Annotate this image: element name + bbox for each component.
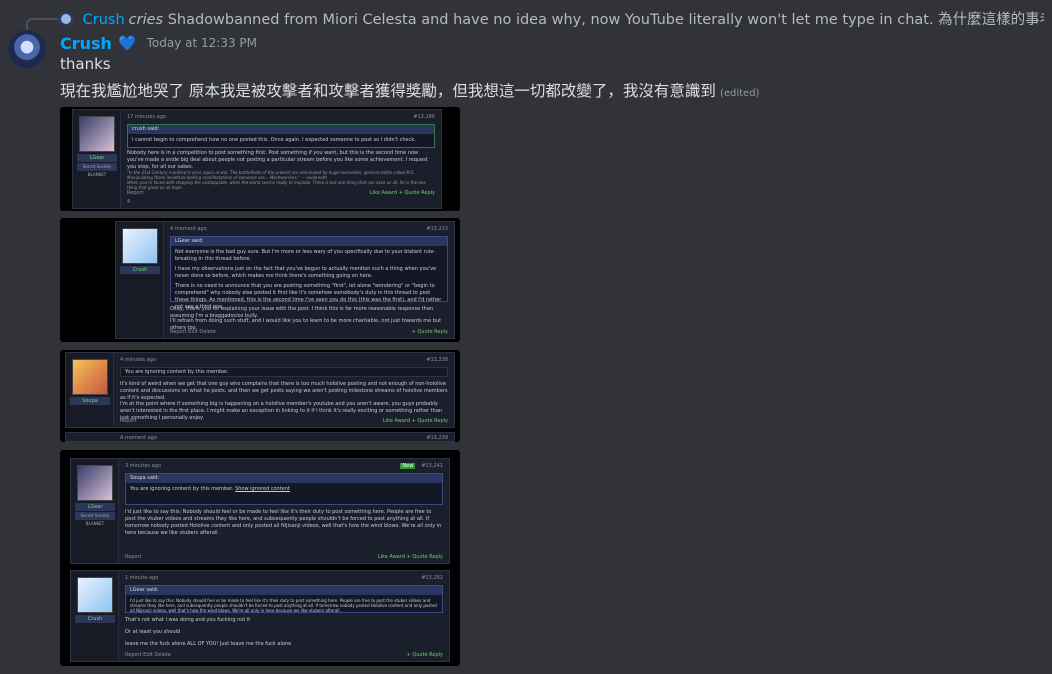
post-avatar: [72, 359, 108, 395]
post-username: LGear: [75, 503, 115, 511]
attachment-image-2[interactable]: Crush 4 moment ago #13,233 LGear said: N…: [60, 218, 460, 342]
report-link[interactable]: Report: [120, 418, 137, 424]
forum-post: LGear Secret Society BLANKET 17 minutes …: [72, 109, 442, 209]
forum-post: Soupa 4 minutes ago #13,238 You are igno…: [65, 352, 455, 428]
post-number-value: #13,241: [421, 463, 443, 469]
next-post-number: #13,239: [426, 435, 448, 441]
post-avatar: [77, 465, 113, 501]
post-body: I'd just like to say this: Nobody should…: [125, 509, 442, 536]
post-footer: Report Edit Delete + Quote Reply: [125, 652, 443, 658]
post-usertitle: Secret Society BLANKET: [77, 163, 117, 177]
ignored-notice: You are ignoring content by this member.: [120, 367, 448, 377]
attachment-image-3[interactable]: Soupa 4 minutes ago #13,238 You are igno…: [60, 350, 460, 442]
attachment-image-1[interactable]: LGear Secret Society BLANKET 17 minutes …: [60, 107, 460, 211]
post-number: #13,262: [421, 575, 443, 581]
post-number: #13,238: [426, 357, 448, 363]
like-count: 4: [127, 199, 435, 205]
post-owner-actions[interactable]: Report Edit Delete: [170, 329, 216, 335]
quote-header: Soupa said:: [126, 474, 442, 483]
post-actions[interactable]: Like Award + Quote Reply: [383, 418, 448, 424]
post-body: That's not what I was doing and you fuck…: [125, 617, 251, 623]
post-sidebar: LGear Secret Society BLANKET: [73, 110, 121, 208]
post-quote: crush said: I cannot begin to comprehend…: [127, 124, 435, 148]
heart-icon: 💙: [117, 34, 137, 52]
post-quote: Soupa said: You are ignoring content by …: [125, 473, 443, 505]
quote-body: I cannot begin to comprehend how no one …: [132, 137, 416, 143]
message-line-2: 現在我尷尬地哭了 原本我是被攻擊者和攻擊者獲得獎勵，但我想這一切都改變了，我沒有…: [60, 79, 759, 101]
post-time: 4 moment ago: [170, 226, 207, 232]
post-sidebar: Soupa: [66, 353, 114, 427]
message-header: Crush 💙 Today at 12:33 PM: [60, 32, 257, 54]
quote-header: LGear said:: [126, 586, 442, 595]
post-footer: Report Like Award + Quote Reply: [120, 418, 448, 424]
post-footer: Report Edit Delete + Quote Reply: [170, 329, 448, 335]
post-signature: "In the 21st Century mankind is once aga…: [127, 170, 415, 180]
next-post-time: A moment ago: [120, 435, 157, 441]
timestamp[interactable]: Today at 12:33 PM: [147, 36, 257, 50]
post-number: New #13,241: [400, 463, 443, 469]
report-link[interactable]: Report: [125, 554, 142, 560]
reply-preview[interactable]: Crush cries Shadowbanned from Miori Celes…: [58, 8, 1044, 28]
reply-avatar-icon: [58, 11, 74, 27]
message-line: thanks: [60, 55, 111, 73]
message-line-text: 現在我尷尬地哭了 原本我是被攻擊者和攻擊者獲得獎勵，但我想這一切都改變了，我沒有…: [60, 82, 716, 100]
post-actions[interactable]: Like Award + Quote Reply: [370, 190, 435, 196]
post-avatar: [79, 116, 115, 152]
post-time: 4 minutes ago: [120, 357, 156, 363]
post-time: 17 minutes ago: [127, 114, 167, 120]
reply-connector: [26, 18, 58, 30]
post-body: It's kind of weird when we get that one …: [120, 381, 448, 401]
new-badge: New: [400, 463, 416, 469]
ignored-text: You are ignoring content by this member.: [125, 369, 229, 375]
post-sidebar: Crush: [71, 571, 119, 661]
show-ignored-link[interactable]: Show ignored content: [235, 486, 290, 492]
post-number: #13,186: [413, 114, 435, 120]
post-footer: Report Like Award + Quote Reply: [127, 190, 435, 196]
post-signature-2: When you're faced with stepping the unst…: [127, 180, 426, 190]
post-sidebar: Crush: [116, 222, 164, 338]
post-quote: LGear said: I'd just like to say this: N…: [125, 585, 443, 613]
next-post-strip: A moment ago #13,239: [65, 432, 455, 442]
forum-post: Crush 4 moment ago #13,233 LGear said: N…: [115, 221, 455, 339]
post-number: #13,233: [426, 226, 448, 232]
reply-verb: cries: [128, 12, 164, 28]
ignored-text: You are ignoring content by this member.: [130, 486, 234, 492]
post-quote: LGear said: Not everyone is the bad guy …: [170, 236, 448, 310]
post-username: Soupa: [70, 397, 110, 405]
post-actions[interactable]: + Quote Reply: [412, 329, 448, 335]
ignored-notice: You are ignoring content by this member.…: [126, 483, 442, 496]
post-username: Crush: [120, 266, 160, 274]
reply-text: Shadowbanned from Miori Celesta and have…: [167, 12, 1044, 28]
post-username: Crush: [75, 615, 115, 623]
post-actions[interactable]: Like Award + Quote Reply: [378, 554, 443, 560]
post-sidebar: LGear Secret Society BLANKET: [71, 459, 119, 563]
post-footer: Report Like Award + Quote Reply: [125, 554, 443, 560]
post-avatar: [122, 228, 158, 264]
post-body-2: Or at least you should: [125, 629, 181, 635]
quote-body-2: I have my observations just on the fact …: [175, 266, 437, 279]
quote-header: crush said:: [128, 125, 434, 134]
forum-post-2: Crush 1 minute ago #13,262 LGear said: I…: [70, 570, 450, 662]
post-avatar: [77, 577, 113, 613]
reply-author[interactable]: Crush: [83, 12, 125, 28]
quote-body: Not everyone is the bad guy sure. But I'…: [175, 249, 436, 262]
post-time: 3 minutes ago: [125, 463, 161, 469]
forum-post: LGear Secret Society BLANKET 3 minutes a…: [70, 458, 450, 564]
post-time: 1 minute ago: [125, 575, 159, 581]
post-username: LGear: [77, 154, 117, 162]
post-usertitle: Secret Society BLANKET: [75, 512, 115, 526]
report-link[interactable]: Report: [127, 190, 144, 196]
post-body-3: leave me the fuck alone ALL OF YOU! Just…: [125, 641, 292, 647]
username[interactable]: Crush: [60, 34, 112, 53]
post-body: Nobody here is in a competition to post …: [127, 150, 428, 170]
quote-body: I'd just like to say this: Nobody should…: [130, 598, 437, 613]
likes-value: 4: [127, 199, 131, 205]
attachment-image-4[interactable]: LGear Secret Society BLANKET 3 minutes a…: [60, 450, 460, 666]
edited-label: (edited): [719, 88, 760, 99]
post-actions[interactable]: + Quote Reply: [407, 652, 443, 658]
quote-header: LGear said:: [171, 237, 447, 246]
post-owner-actions[interactable]: Report Edit Delete: [125, 652, 171, 658]
avatar[interactable]: [8, 30, 46, 68]
